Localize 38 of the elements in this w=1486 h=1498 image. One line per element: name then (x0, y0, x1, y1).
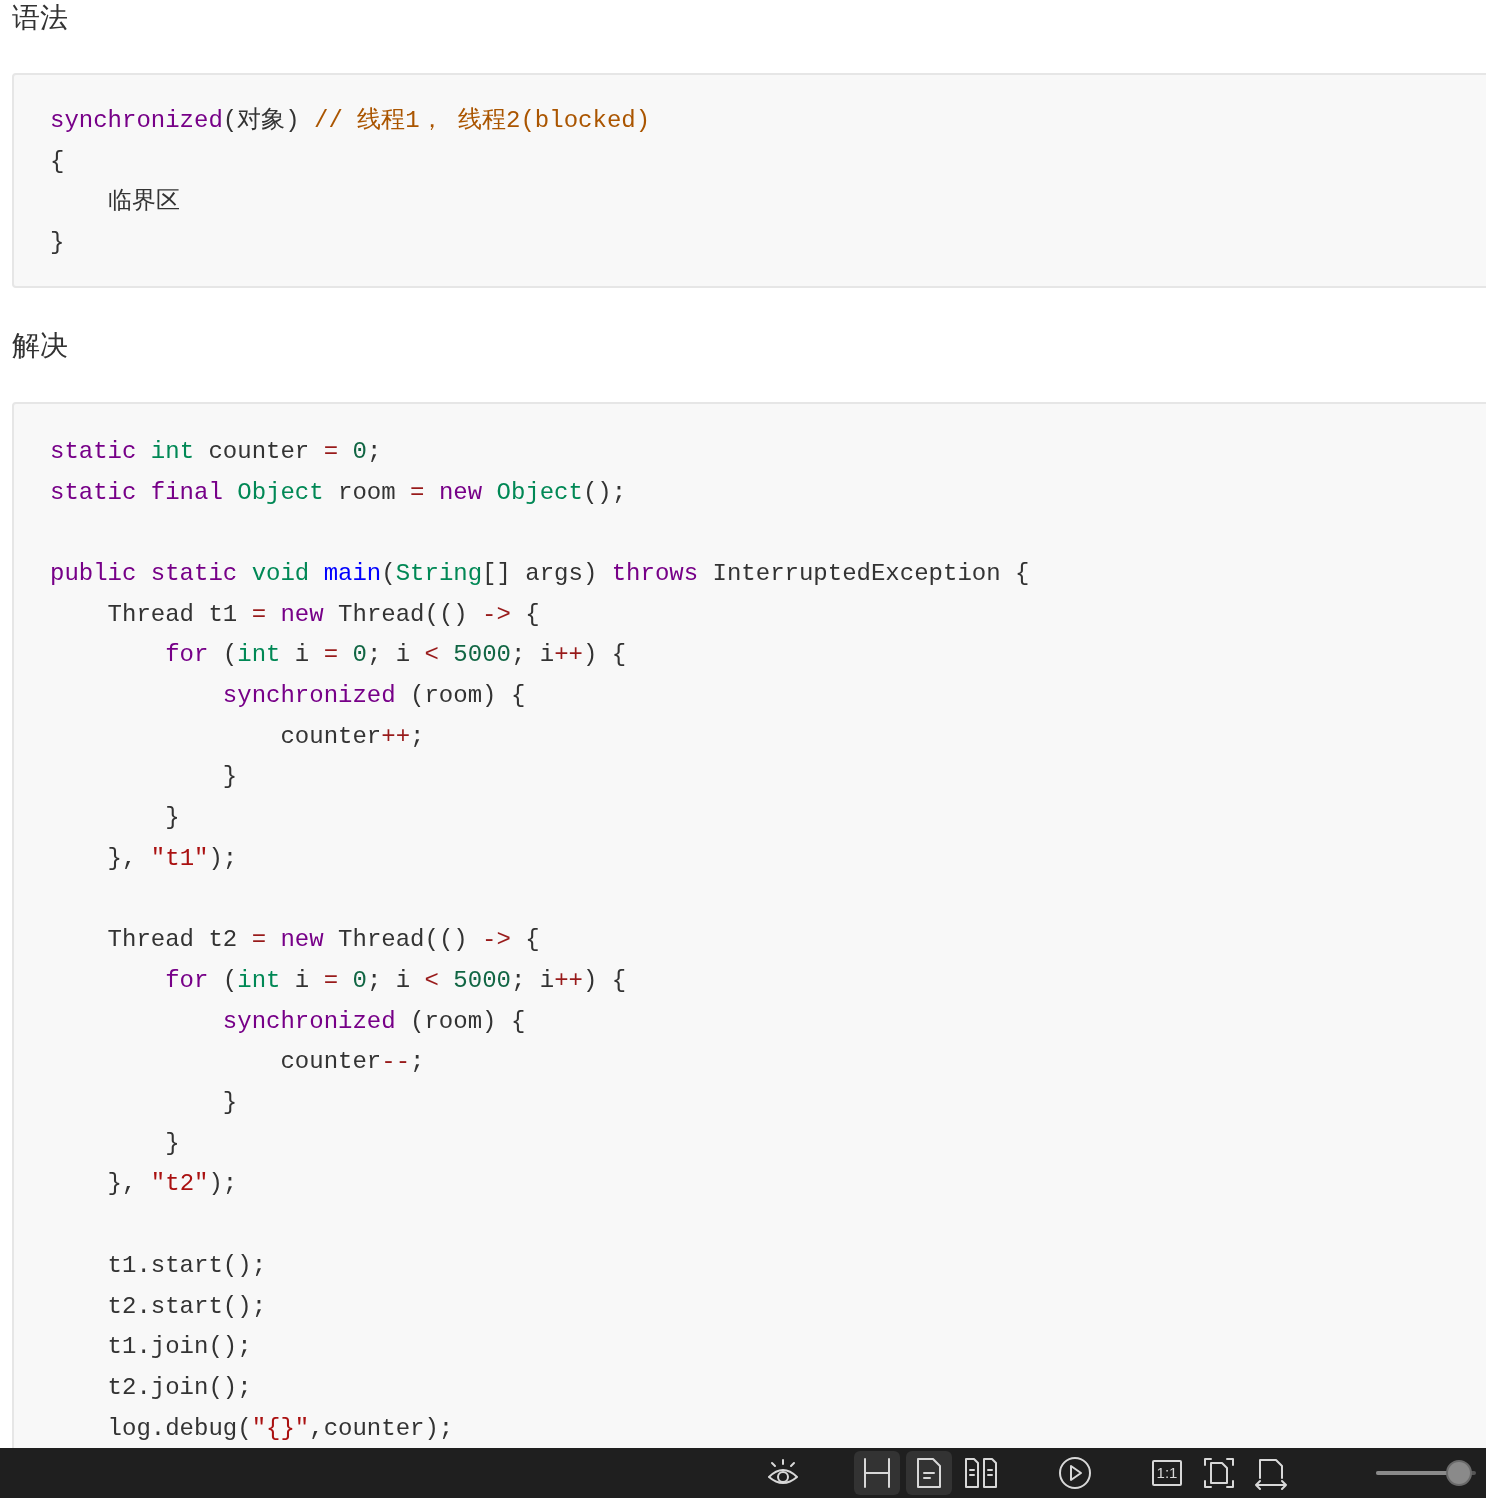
code-line: t1.join(); (106, 1332, 252, 1363)
page-button[interactable] (906, 1451, 952, 1495)
code-line: Thread t2 = new Thread(() -> { (106, 925, 540, 956)
code-line: t1.start(); (106, 1250, 267, 1281)
code-line: Thread t1 = new Thread(() -> { (106, 599, 540, 630)
code-line: } (221, 762, 238, 793)
code-line: } (164, 1128, 180, 1159)
code-line: public static void main(String[] args) throws InterruptedException { (50, 558, 1030, 589)
code-line: t2.start(); (106, 1291, 267, 1322)
fit-width-icon (1254, 1456, 1288, 1490)
code-line: { (50, 146, 65, 177)
fit-page-icon (1203, 1457, 1235, 1489)
code-line: } (221, 1088, 238, 1119)
code-line: synchronized(对象) // 线程1， 线程2(blocked) (50, 106, 651, 136)
code-line: log.debug("{}",counter); (106, 1413, 454, 1444)
section-heading: 语法 (12, 0, 68, 36)
code-line: counter++; (279, 721, 425, 752)
code-line: synchronized (room) { (221, 1006, 526, 1037)
code-line: }, "t1"); (106, 843, 238, 874)
section-heading: 解决 (12, 327, 68, 364)
code-line: static int counter = 0; (50, 436, 382, 467)
split-button[interactable] (854, 1451, 900, 1495)
code-line: }, "t2"); (106, 1169, 238, 1200)
code-line: } (50, 228, 65, 259)
slider-thumb[interactable] (1446, 1460, 1472, 1486)
split-icon (862, 1457, 892, 1489)
code-line: for (int i = 0; i < 5000; i++) { (164, 640, 627, 671)
code-line: synchronized (room) { (221, 681, 526, 711)
two-pages-icon (964, 1457, 998, 1489)
play-icon (1058, 1456, 1092, 1490)
code-line: for (int i = 0; i < 5000; i++) { (164, 965, 627, 996)
code-line: } (164, 803, 180, 834)
code-line: counter--; (279, 1047, 425, 1078)
code-line: 临界区 (106, 187, 180, 218)
actual-size-button[interactable]: 1:1 (1144, 1451, 1190, 1495)
code-line: t2.join(); (106, 1372, 252, 1403)
code-line: static final Object room = new Object(); (50, 477, 627, 508)
page-icon (916, 1457, 942, 1489)
